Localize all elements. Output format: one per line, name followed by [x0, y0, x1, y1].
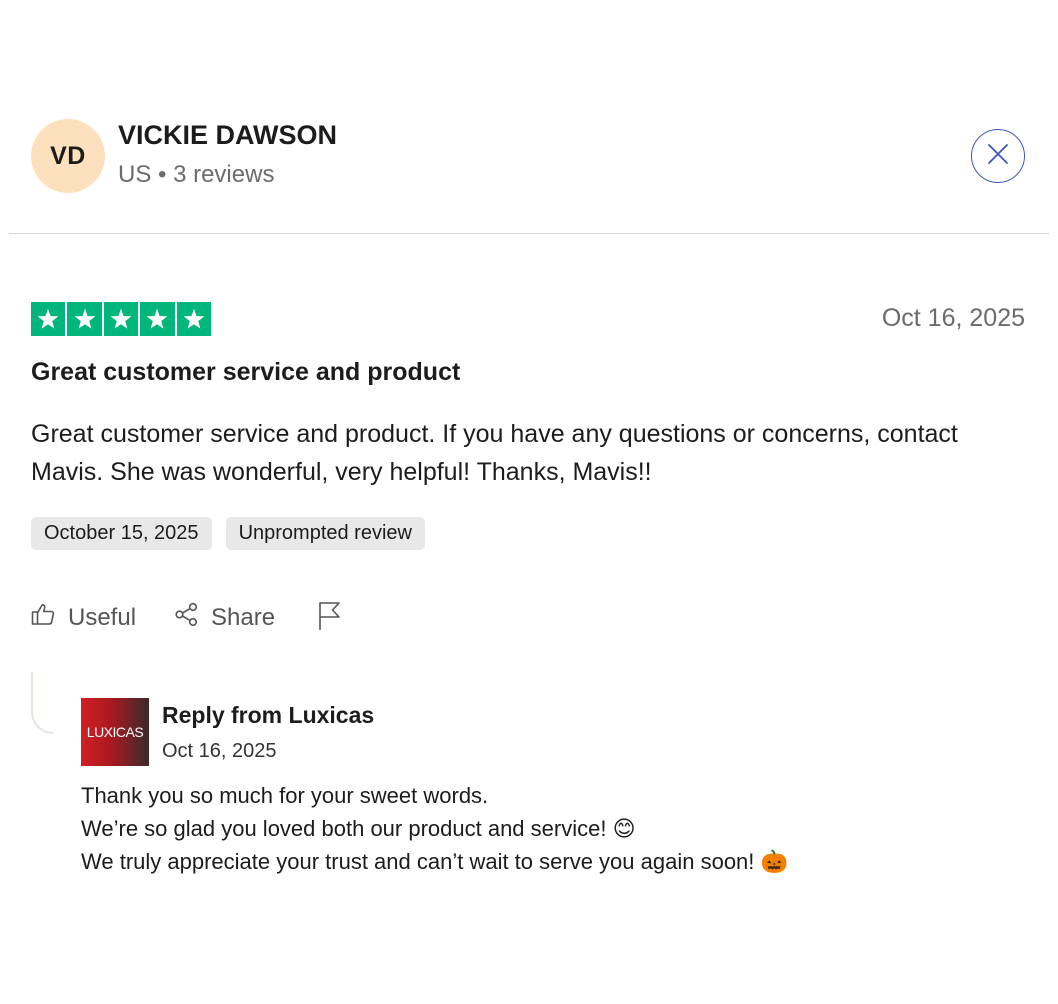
reply-line: Thank you so much for your sweet words. — [81, 783, 489, 808]
star-icon — [140, 302, 175, 336]
star-icon — [31, 302, 66, 336]
close-button[interactable] — [971, 129, 1025, 183]
flag-icon — [317, 601, 343, 636]
review-title: Great customer service and product — [31, 358, 461, 386]
star-icon — [176, 302, 211, 336]
reviewer-name[interactable]: VICKIE DAWSON — [118, 118, 337, 152]
review-actions: Useful Share — [31, 600, 343, 636]
star-rating — [31, 302, 211, 336]
review-date: Oct 16, 2025 — [881, 304, 1025, 332]
reply-connector-line — [31, 672, 53, 734]
experience-date-tag: October 15, 2025 — [31, 517, 212, 550]
reply-body: Thank you so much for your sweet words. … — [81, 779, 1021, 878]
report-flag-button[interactable] — [317, 601, 343, 636]
reply-line: We’re so glad you loved both our product… — [81, 816, 636, 841]
reply-date: Oct 16, 2025 — [162, 740, 277, 762]
star-icon — [67, 302, 102, 336]
reviewer-meta: US • 3 reviews — [118, 161, 275, 188]
reviewer-avatar: VD — [31, 119, 105, 193]
review-tags: October 15, 2025 Unprompted review — [31, 517, 425, 550]
reply-title: Reply from Luxicas — [162, 702, 375, 728]
thumbs-up-icon — [31, 602, 56, 634]
close-icon — [986, 142, 1010, 171]
share-button[interactable]: Share — [174, 602, 275, 634]
share-icon — [174, 602, 199, 634]
share-label: Share — [211, 604, 276, 631]
useful-button[interactable]: Useful — [31, 602, 136, 634]
company-logo[interactable]: LUXICAS — [81, 698, 149, 766]
reply-line: We truly appreciate your trust and can’t… — [81, 849, 788, 874]
useful-label: Useful — [68, 604, 137, 631]
company-logo-text: LUXICAS — [86, 724, 144, 740]
star-icon — [103, 302, 139, 336]
header-divider — [9, 233, 1049, 234]
unprompted-review-tag[interactable]: Unprompted review — [225, 517, 425, 550]
review-body: Great customer service and product. If y… — [31, 420, 958, 486]
